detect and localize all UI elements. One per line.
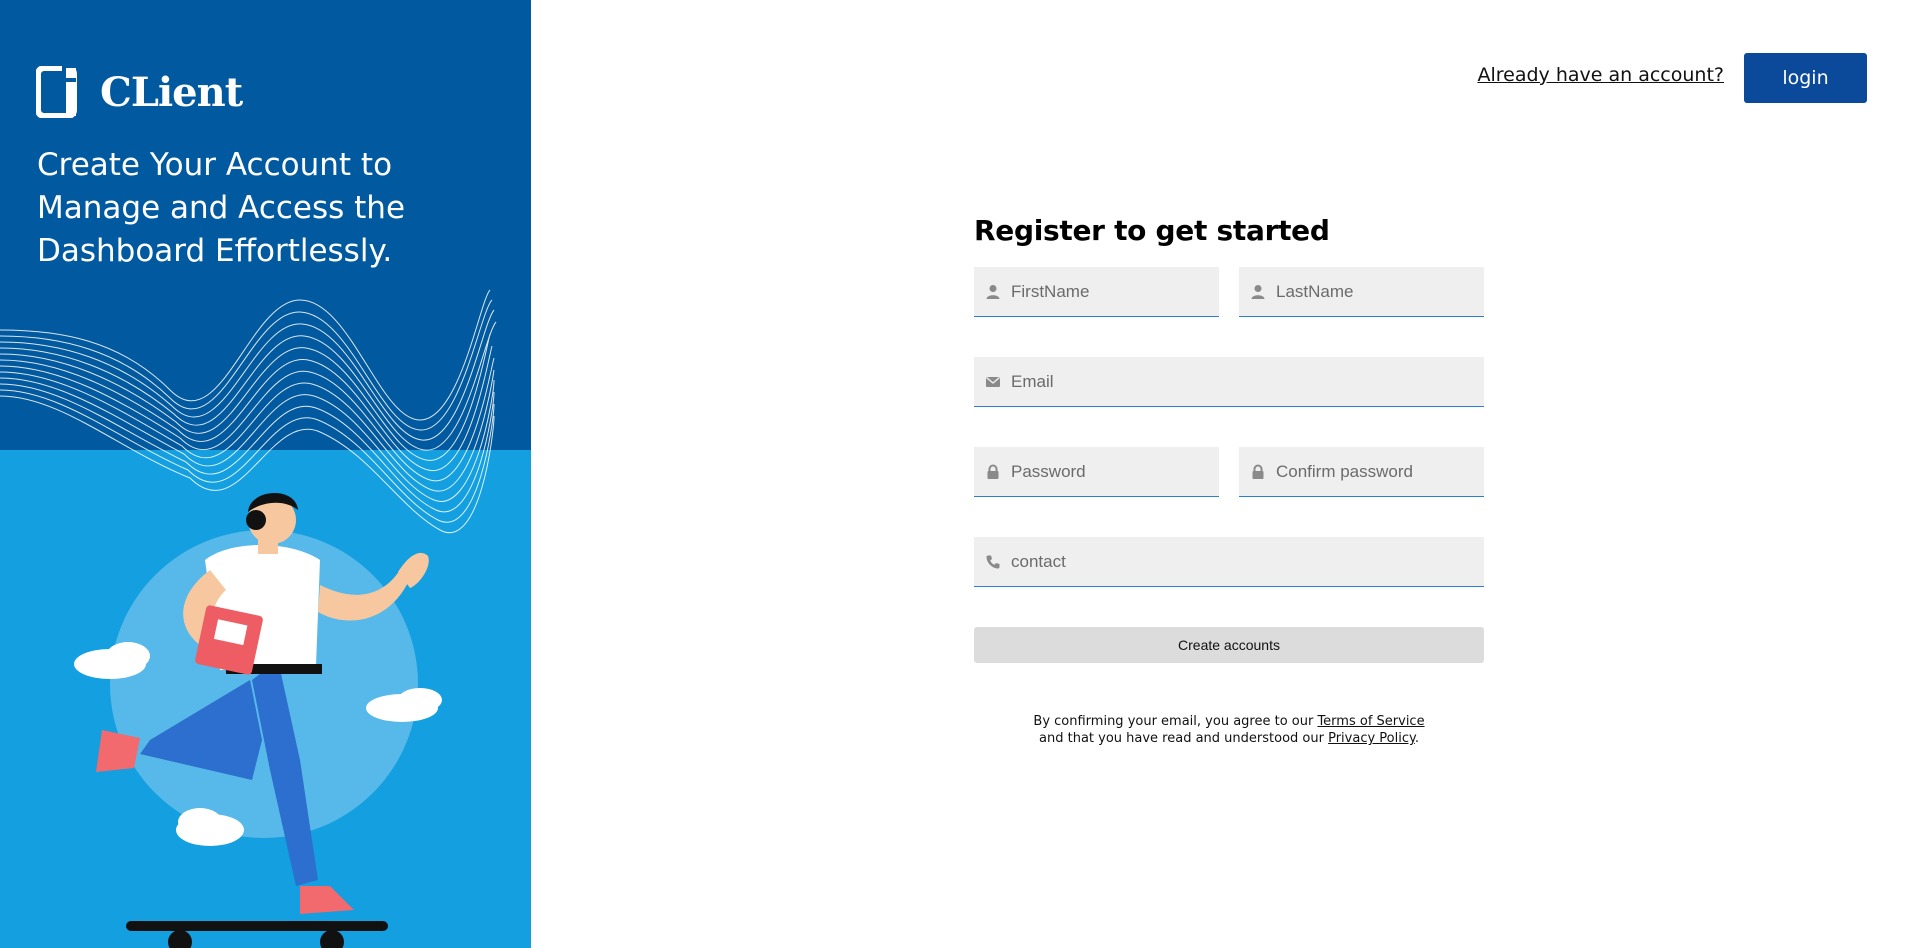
terms-line-1-text: By confirming your email, you agree to o… — [1033, 714, 1318, 729]
password-input[interactable] — [1011, 447, 1219, 496]
password-row — [974, 447, 1484, 497]
create-accounts-button[interactable]: Create accounts — [974, 627, 1484, 663]
lock-icon — [1252, 464, 1264, 479]
email-input[interactable] — [1011, 357, 1484, 406]
email-field[interactable] — [974, 357, 1484, 407]
already-have-account-link[interactable]: Already have an account? — [1477, 64, 1724, 86]
contact-row — [974, 537, 1484, 587]
confirm-password-input[interactable] — [1276, 447, 1484, 496]
contact-field[interactable] — [974, 537, 1484, 587]
last-name-field[interactable] — [1239, 267, 1484, 317]
last-name-input[interactable] — [1276, 267, 1484, 316]
terms-line-2-text: and that you have read and understood ou… — [1039, 731, 1329, 746]
brand-logo[interactable]: CLient — [36, 66, 243, 118]
terms-line-1: By confirming your email, you agree to o… — [974, 713, 1484, 730]
terms-of-service-link[interactable]: Terms of Service — [1317, 714, 1424, 729]
phone-icon — [986, 555, 1000, 569]
confirm-password-field[interactable] — [1239, 447, 1484, 497]
user-icon — [986, 284, 1000, 299]
terms-notice: By confirming your email, you agree to o… — [974, 713, 1484, 747]
terms-line-2-suffix: . — [1414, 731, 1419, 746]
name-row — [974, 267, 1484, 317]
login-button[interactable]: login — [1744, 53, 1867, 103]
hero-panel: CLient Create Your Account to Manage and… — [0, 0, 531, 948]
hero-illustration — [0, 289, 497, 948]
envelope-icon — [986, 376, 1000, 387]
first-name-input[interactable] — [1011, 267, 1219, 316]
contact-input[interactable] — [1011, 537, 1484, 586]
terms-line-2: and that you have read and understood ou… — [974, 730, 1484, 747]
privacy-policy-link[interactable]: Privacy Policy — [1328, 731, 1415, 746]
first-name-field[interactable] — [974, 267, 1219, 317]
register-form: Register to get started FirstName LastNa… — [974, 214, 1484, 747]
user-icon — [1251, 284, 1265, 299]
logo-mark-icon — [36, 66, 77, 118]
hero-tagline: Create Your Account to Manage and Access… — [37, 147, 406, 269]
form-title: Register to get started — [974, 214, 1330, 247]
email-row — [974, 357, 1484, 407]
lock-icon — [987, 464, 999, 479]
brand-name: CLient — [100, 68, 243, 116]
password-field[interactable] — [974, 447, 1219, 497]
